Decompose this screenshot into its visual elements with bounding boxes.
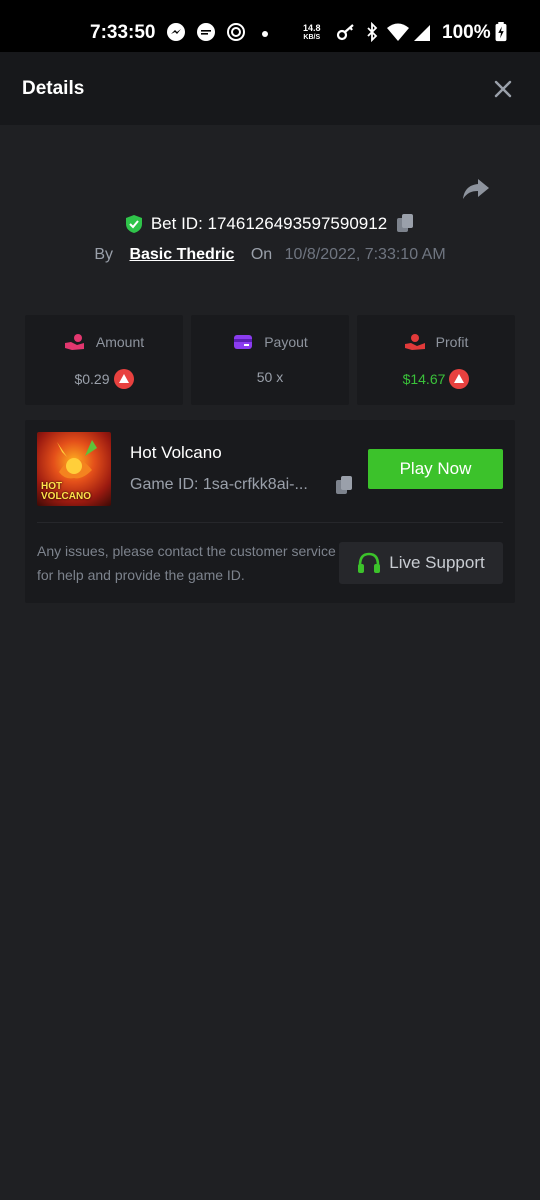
play-now-button[interactable]: Play Now <box>368 449 503 489</box>
shield-check-icon <box>125 215 142 233</box>
payout-label: Payout <box>264 334 308 350</box>
details-header: Details <box>0 52 540 125</box>
game-id: Game ID: 1sa-crfkk8ai-... <box>130 476 308 493</box>
status-bar: 7:33:50 14.8 KB/S 100% <box>0 0 540 52</box>
bet-date: 10/8/2022, 7:33:10 AM <box>284 246 446 263</box>
divider <box>37 522 503 523</box>
by-label: By <box>94 246 113 263</box>
battery-charging-icon <box>495 22 507 42</box>
amount-value: $0.29 <box>74 371 110 387</box>
bet-id: Bet ID: 1746126493597590912 <box>150 214 388 233</box>
messenger-icon <box>167 23 185 41</box>
bluetooth-icon <box>367 22 378 42</box>
chat-icon <box>197 23 215 41</box>
headset-icon <box>358 552 381 573</box>
on-label: On <box>250 246 273 263</box>
close-icon[interactable] <box>490 76 516 102</box>
wifi-icon <box>387 23 409 41</box>
avax-coin-icon <box>449 369 470 389</box>
profit-value: $14.67 <box>402 371 446 387</box>
amount-card: Amount $0.29 <box>25 315 183 405</box>
game-title: Hot Volcano <box>130 443 222 462</box>
help-text: Any issues, please contact the customer … <box>37 543 336 583</box>
thumbnail-text: HOT VOLCANO <box>41 482 91 502</box>
dot-icon <box>262 31 268 37</box>
net-speed-unit: KB/S <box>303 34 321 41</box>
payout-card-icon <box>234 335 253 349</box>
amount-hand-coins-icon <box>64 334 84 350</box>
copy-game-id-icon[interactable] <box>334 475 354 497</box>
key-icon <box>336 24 354 41</box>
copy-icon[interactable] <box>395 213 415 235</box>
thumb-text-volcano: VOLCANO <box>41 491 91 502</box>
game-thumbnail[interactable]: HOT VOLCANO <box>37 432 111 506</box>
status-time: 7:33:50 <box>90 22 156 43</box>
game-card: HOT VOLCANO Hot Volcano Game ID: 1sa-crf… <box>25 420 515 603</box>
share-icon[interactable] <box>462 176 490 202</box>
payout-value: 50 x <box>256 369 284 385</box>
amount-label: Amount <box>95 334 145 350</box>
avax-coin-icon <box>113 369 134 389</box>
battery-percent: 100% <box>442 22 491 43</box>
page-title: Details <box>22 78 85 99</box>
live-support-label: Live Support <box>389 553 485 572</box>
signal-icon <box>414 25 430 41</box>
bet-meta: By Basic Thedric On 10/8/2022, 7:33:10 A… <box>0 246 540 270</box>
app-logo-icon <box>227 23 245 41</box>
profit-card: Profit $14.67 <box>357 315 515 405</box>
bet-id-row: Bet ID: 1746126493597590912 <box>0 213 540 239</box>
user-link[interactable]: Basic Thedric <box>129 246 234 263</box>
net-speed-value: 14.8 <box>303 23 321 33</box>
payout-card: Payout 50 x <box>191 315 349 405</box>
live-support-button[interactable]: Live Support <box>339 542 503 584</box>
net-speed: 14.8 KB/S <box>303 24 321 42</box>
profit-hand-icon <box>404 334 425 350</box>
profit-label: Profit <box>435 334 469 350</box>
